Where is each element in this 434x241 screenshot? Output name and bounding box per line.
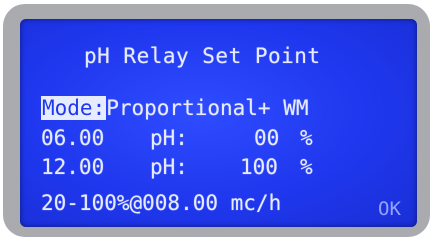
setpoint-row-low: 06.00 pH: 00% (41, 126, 313, 150)
setpoint-high-ph-value[interactable]: 12.00 (41, 155, 104, 179)
setpoint-high-percent[interactable]: 100 (240, 157, 278, 178)
setpoint-high-unit: pH: (150, 155, 188, 179)
mode-value[interactable]: Proportional+ WM (106, 96, 308, 120)
dosing-rate-line[interactable]: 20-100%@008.00 mc/h (41, 193, 281, 214)
setpoint-row-high: 12.00 pH: 100% (41, 155, 313, 179)
setpoint-low-percent[interactable]: 00 (254, 128, 279, 149)
lcd-screen: pH Relay Set Point Mode:Proportional+ WM… (20, 19, 417, 227)
setpoint-low-percent-sign: % (300, 126, 313, 150)
screen-title: pH Relay Set Point (84, 44, 321, 68)
setpoint-high-percent-sign: % (300, 155, 313, 179)
setpoint-low-ph-value[interactable]: 06.00 (41, 126, 104, 150)
display-bezel: pH Relay Set Point Mode:Proportional+ WM… (3, 4, 430, 237)
mode-row: Mode:Proportional+ WM (41, 96, 309, 120)
setpoint-low-unit: pH: (150, 126, 188, 150)
mode-label[interactable]: Mode: (41, 96, 107, 120)
ok-button[interactable]: OK (378, 200, 401, 219)
